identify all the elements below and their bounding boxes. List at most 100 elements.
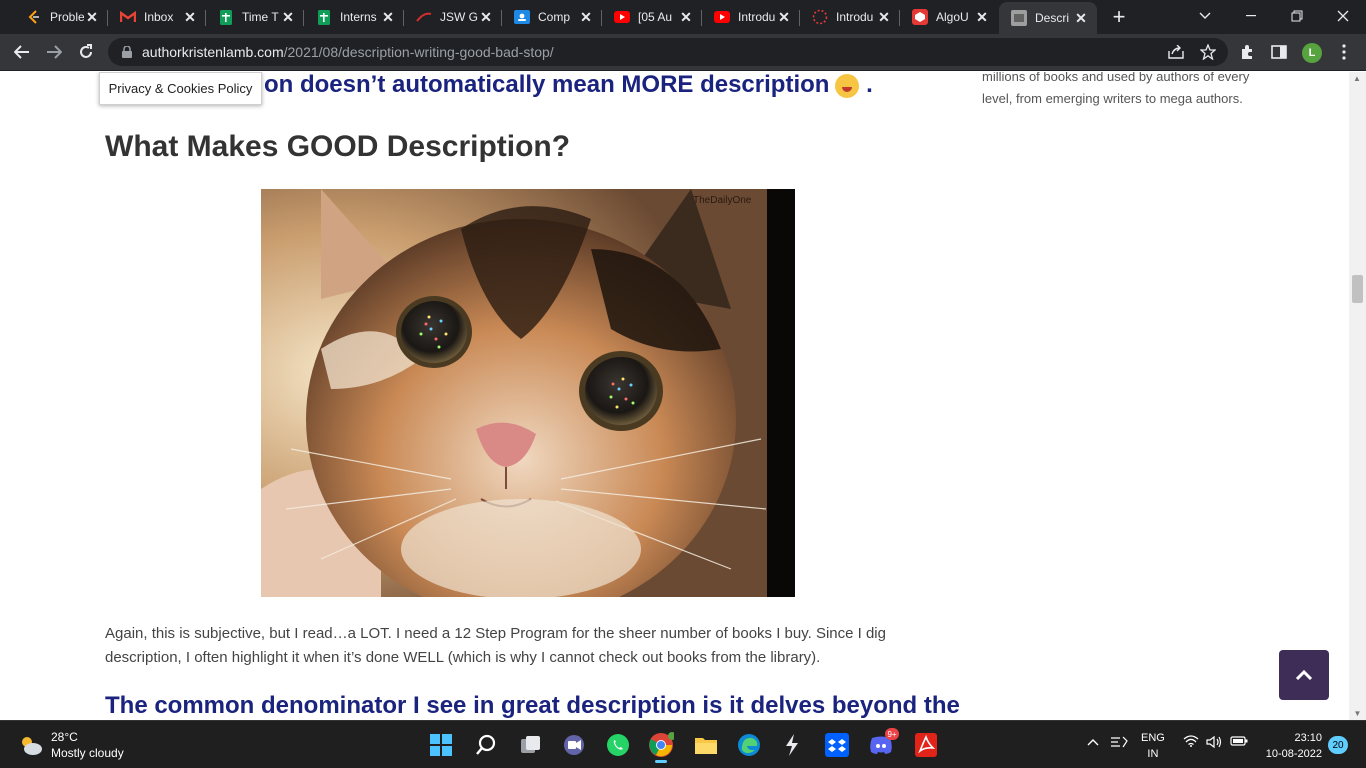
menu-kebab-icon[interactable] — [1334, 42, 1354, 62]
power-automate-button[interactable] — [776, 729, 808, 761]
notification-count-badge[interactable]: 20 — [1328, 736, 1348, 754]
minimize-button[interactable] — [1228, 0, 1274, 32]
tab-time-table[interactable]: Time T ✕ — [206, 3, 304, 31]
reload-button[interactable] — [72, 38, 100, 66]
tab-inbox[interactable]: Inbox ✕ — [108, 3, 206, 31]
clock[interactable]: 23:10 10-08-2022 — [1258, 730, 1322, 762]
side-panel-icon[interactable] — [1269, 42, 1289, 62]
tab-strip: Proble ✕ Inbox ✕ Time T ✕ Interns ✕ JSW … — [0, 0, 1366, 34]
discord-button[interactable]: 9+ — [865, 728, 899, 761]
restore-button[interactable] — [1274, 0, 1320, 32]
section-heading-good-description: What Makes GOOD Description? — [105, 130, 571, 163]
bookmark-star-icon[interactable] — [1198, 42, 1218, 62]
battery-icon[interactable] — [1230, 735, 1248, 750]
whatsapp-button[interactable] — [602, 729, 634, 761]
close-tab-icon[interactable]: ✕ — [1073, 10, 1089, 26]
profile-avatar[interactable]: L — [1302, 43, 1322, 63]
task-view-button[interactable] — [515, 729, 547, 761]
jsw-icon — [416, 9, 432, 25]
close-tab-icon[interactable]: ✕ — [280, 9, 296, 25]
tab-internships[interactable]: Interns ✕ — [304, 3, 404, 31]
tab-youtube-1[interactable]: [05 Au ✕ — [602, 3, 702, 31]
show-hidden-icons-button[interactable] — [1087, 735, 1099, 749]
start-button[interactable] — [425, 729, 457, 761]
chrome-icon — [649, 732, 674, 757]
chrome-button[interactable] — [645, 729, 677, 763]
youtube-icon — [714, 9, 730, 25]
close-tab-icon[interactable]: ✕ — [84, 9, 100, 25]
close-tab-icon[interactable]: ✕ — [182, 9, 198, 25]
sheets-icon — [218, 9, 234, 25]
tab-search-button[interactable] — [1182, 0, 1228, 32]
tab-description-active[interactable]: Descri ✕ — [999, 2, 1097, 34]
kitten-illustration: TheDailyOne — [261, 189, 795, 597]
address-bar[interactable]: authorkristenlamb.com/2021/08/descriptio… — [108, 38, 1228, 66]
weather-partly-cloudy-icon[interactable] — [18, 733, 44, 757]
close-window-button[interactable] — [1320, 0, 1366, 32]
close-icon — [1337, 10, 1349, 22]
close-tab-icon[interactable]: ✕ — [478, 9, 494, 25]
classroom-icon — [514, 9, 530, 25]
url-text[interactable]: authorkristenlamb.com/2021/08/descriptio… — [142, 44, 554, 60]
share-icon[interactable] — [1166, 42, 1186, 62]
weather-description[interactable]: Mostly cloudy — [51, 746, 124, 760]
kitten-photo: TheDailyOne — [261, 189, 795, 597]
image-watermark: TheDailyOne — [693, 195, 752, 206]
tab-youtube-2[interactable]: Introdu ✕ — [702, 3, 800, 31]
pdf-icon — [915, 733, 937, 757]
scrollbar-thumb[interactable] — [1352, 275, 1363, 303]
page-viewport: Privacy & Cookies Policy on doesn’t auto… — [0, 72, 1366, 720]
close-tab-icon[interactable]: ✕ — [974, 9, 990, 25]
back-to-top-button[interactable] — [1279, 650, 1329, 700]
tab-jsw[interactable]: JSW G ✕ — [404, 3, 502, 31]
windows-logo-icon — [430, 734, 452, 756]
scroll-up-arrow-icon[interactable]: ▲ — [1353, 74, 1362, 83]
privacy-cookies-button[interactable]: Privacy & Cookies Policy — [99, 72, 262, 105]
input-language-indicator[interactable]: ENG IN — [1141, 730, 1165, 762]
teams-chat-button[interactable] — [558, 729, 590, 761]
extensions-icon[interactable] — [1237, 42, 1257, 62]
sidebar-author-blurb: millions of books and used by authors of… — [982, 72, 1250, 106]
tab-algouniversity[interactable]: AlgoU ✕ — [900, 3, 998, 31]
gmail-icon — [120, 9, 136, 25]
back-button[interactable] — [8, 38, 36, 66]
wifi-icon[interactable] — [1183, 735, 1199, 750]
close-tab-icon[interactable]: ✕ — [776, 9, 792, 25]
edge-button[interactable] — [733, 729, 765, 761]
winking-tongue-emoji-icon — [835, 73, 860, 98]
discord-unread-badge: 9+ — [885, 728, 899, 740]
tab-problems[interactable]: Proble ✕ — [14, 3, 108, 31]
close-tab-icon[interactable]: ✕ — [578, 9, 594, 25]
sheets-icon — [316, 9, 332, 25]
section-heading-common-denominator: The common denominator I see in great de… — [105, 692, 960, 719]
pen-menu-icon — [1111, 736, 1128, 748]
minimize-icon — [1246, 15, 1256, 17]
dropbox-icon — [825, 733, 849, 757]
lightning-icon — [786, 734, 798, 756]
page-scrollbar[interactable]: ▲ ▼ — [1349, 72, 1366, 720]
chevron-up-icon — [1296, 670, 1312, 680]
volume-icon[interactable] — [1206, 735, 1222, 752]
close-tab-icon[interactable]: ✕ — [380, 9, 396, 25]
new-tab-button[interactable]: + — [1107, 4, 1131, 29]
tab-loading[interactable]: Introdu ✕ — [800, 3, 900, 31]
arrow-right-icon — [47, 45, 62, 59]
file-explorer-button[interactable] — [690, 729, 722, 761]
weather-temperature[interactable]: 28°C — [51, 730, 78, 744]
body-paragraph: Again, this is subjective, but I read…a … — [105, 625, 886, 666]
lock-icon[interactable] — [120, 45, 134, 59]
search-button[interactable] — [470, 729, 502, 761]
close-tab-icon[interactable]: ✕ — [678, 9, 694, 25]
pen-input-button[interactable] — [1110, 735, 1128, 752]
scroll-down-arrow-icon[interactable]: ▼ — [1353, 709, 1362, 718]
dropbox-button[interactable] — [821, 729, 853, 761]
whatsapp-icon — [607, 734, 629, 756]
tab-classroom[interactable]: Comp ✕ — [502, 3, 602, 31]
site-favicon — [1011, 10, 1027, 26]
acrobat-button[interactable] — [910, 729, 942, 761]
close-tab-icon[interactable]: ✕ — [876, 9, 892, 25]
forward-button[interactable] — [40, 38, 68, 66]
chevron-up-icon — [1087, 739, 1099, 746]
search-icon — [476, 734, 496, 755]
reload-icon — [80, 44, 92, 58]
